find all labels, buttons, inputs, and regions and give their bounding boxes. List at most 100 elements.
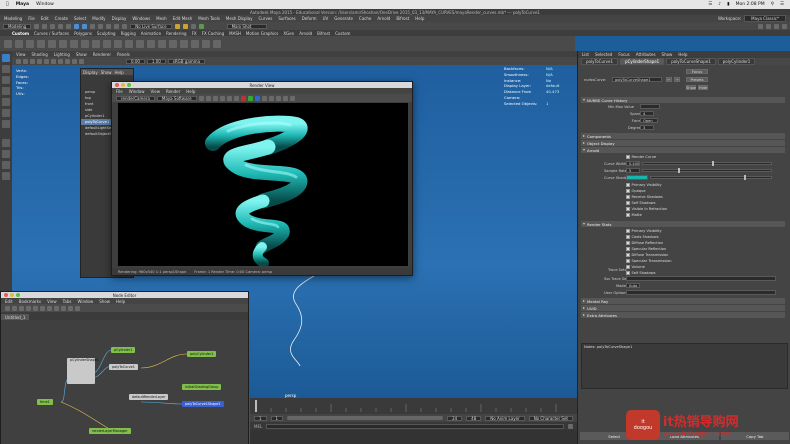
smooth-shade-icon[interactable] [51, 58, 56, 64]
list-icon[interactable]: ☰ [780, 2, 784, 7]
full-mode-icon[interactable] [68, 305, 73, 311]
shelf-tool-icon[interactable] [37, 39, 45, 48]
shelf-tool-icon[interactable] [191, 39, 199, 48]
remove-selected-icon[interactable] [33, 305, 38, 311]
select-hierarchy-icon[interactable] [74, 23, 80, 29]
curve-object[interactable] [270, 270, 320, 370]
clock[interactable]: Mon 2:08 PM [736, 2, 765, 7]
menu-mode[interactable]: Modeling [4, 16, 22, 21]
sample-rate-field[interactable]: 5 [626, 168, 640, 173]
section-curve-history[interactable]: NURBS Curve History [581, 97, 785, 103]
viewport-menu-panels[interactable]: Panels [117, 52, 130, 57]
sample-rate-knob[interactable] [678, 168, 680, 173]
focus-button[interactable]: Focus [686, 69, 708, 74]
grid-icon[interactable] [37, 58, 42, 64]
minimize-icon[interactable] [121, 83, 125, 87]
range-bar[interactable] [287, 416, 444, 420]
rotate-tool-icon[interactable] [2, 98, 10, 106]
side-by-side-layout-icon[interactable] [2, 161, 10, 169]
shelf-tool-icon[interactable] [114, 39, 122, 48]
show-button[interactable]: Show [686, 85, 696, 90]
keep-image-icon[interactable] [268, 95, 274, 101]
green-channel-icon[interactable] [247, 95, 253, 101]
ae-menu-list[interactable]: List [582, 52, 589, 57]
image-plane-icon[interactable] [30, 58, 35, 64]
go-to-output-icon[interactable]: → [674, 77, 680, 82]
menu-deform[interactable]: Deform [302, 16, 317, 21]
shelf-tool-icon[interactable] [158, 39, 166, 48]
notes-panel[interactable]: Notes: polyToCurveShape1 [581, 343, 788, 389]
shelf-tool-icon[interactable] [15, 39, 23, 48]
shelf-tab-arnold[interactable]: Arnold [299, 31, 312, 36]
curve-shader-slider[interactable] [650, 176, 772, 179]
viewport-menu-view[interactable]: View [16, 52, 26, 57]
viewport-menu-lighting[interactable]: Lighting [54, 52, 70, 57]
lasso-tool-icon[interactable] [2, 65, 10, 73]
node-polytocurve1[interactable]: polyToCurve1 [109, 364, 138, 370]
redo-render-icon[interactable] [198, 95, 204, 101]
output-icon[interactable] [19, 305, 24, 311]
wifi-icon[interactable]: ☰ [708, 2, 712, 7]
menu-mesh-tools[interactable]: Mesh Tools [198, 16, 220, 21]
shelf-tab-bifrost[interactable]: Bifrost [317, 31, 330, 36]
shelf-tab-fx-caching[interactable]: FX Caching [202, 31, 224, 36]
input-icon[interactable] [12, 305, 17, 311]
menu-windows[interactable]: Windows [132, 16, 150, 21]
arnold-visible-in-refraction-checkbox[interactable]: Visible In Refraction [626, 207, 667, 211]
gamma-field[interactable]: 1.00 [146, 58, 166, 64]
ae-menu-help[interactable]: Help [678, 52, 687, 57]
ipr-render-icon[interactable] [182, 23, 188, 29]
apple-icon[interactable]:  [6, 2, 9, 7]
curve-width-slider[interactable] [642, 162, 772, 165]
single-pane-layout-icon[interactable] [2, 139, 10, 147]
curve-width-knob[interactable] [712, 161, 714, 166]
spans-field[interactable]: 4 [640, 111, 654, 116]
rs-specular-reflection-checkbox[interactable]: Specular Reflection [626, 247, 666, 251]
outliner-menu-help[interactable]: Help [115, 70, 124, 75]
simple-mode-icon[interactable] [54, 305, 59, 311]
shelf-tool-icon[interactable] [136, 39, 144, 48]
search-icon[interactable]: ⚲ [771, 2, 774, 7]
rs-casts-shadows-checkbox[interactable]: Casts Shadows [626, 235, 659, 239]
live-surface-field[interactable]: No Live Surface [130, 23, 172, 29]
node-graph[interactable]: pCylinder1 pCylinderShape1 polyToCurve1 … [1, 320, 248, 444]
node-menu-bookmarks[interactable]: Bookmarks [19, 299, 41, 304]
mode-dropdown[interactable]: Auto [626, 283, 640, 288]
input-output-icon[interactable] [5, 305, 10, 311]
shelf-tab-fx[interactable]: FX [192, 31, 197, 36]
close-icon[interactable] [115, 83, 119, 87]
shelf-tool-icon[interactable] [125, 39, 133, 48]
menu-mesh[interactable]: Mesh [156, 16, 167, 21]
frame-all-icon[interactable] [40, 305, 45, 311]
curve-width-field[interactable]: 0.400 [626, 161, 640, 166]
menu-edit[interactable]: Edit [41, 16, 49, 21]
lights-icon[interactable] [65, 58, 70, 64]
menu-modify[interactable]: Modify [92, 16, 105, 21]
maximize-icon[interactable] [16, 293, 20, 297]
real-size-icon[interactable] [282, 95, 288, 101]
workspace-dropdown[interactable]: Maya Classic* [744, 15, 786, 22]
snap-surface-icon[interactable] [122, 23, 128, 29]
select-tool-icon[interactable] [2, 54, 10, 62]
sidebar-toggle-icon[interactable] [758, 23, 763, 29]
menu-help[interactable]: Help [415, 16, 424, 21]
shelf-tab-custom[interactable]: Custom [12, 31, 29, 36]
outliner-menu-display[interactable]: Display [83, 70, 98, 75]
rs-primary-visibility-checkbox[interactable]: Primary Visibility [626, 229, 662, 233]
menu-create[interactable]: Create [55, 16, 68, 21]
node-name-field[interactable]: polyToCurveShape1 [612, 77, 662, 82]
section-object-display[interactable]: Object Display [581, 140, 785, 146]
shelf-tool-icon[interactable] [169, 39, 177, 48]
redo-icon[interactable] [66, 23, 72, 29]
menu-select[interactable]: Select [74, 16, 86, 21]
ae-menu-show[interactable]: Show [662, 52, 673, 57]
outliner-menu-show[interactable]: Show [101, 70, 112, 75]
move-tool-icon[interactable] [2, 87, 10, 95]
region-render-icon[interactable] [219, 95, 225, 101]
undo-icon[interactable] [58, 23, 64, 29]
form-dropdown[interactable]: Open [640, 118, 658, 123]
sss-trace-set-field[interactable] [626, 276, 776, 281]
render-menu-help[interactable]: Help [186, 89, 195, 94]
rs-diffuse-transmission-checkbox[interactable]: Diffuse Transmission [626, 253, 668, 257]
arnold-self-shadows-checkbox[interactable]: Self Shadows [626, 201, 655, 205]
